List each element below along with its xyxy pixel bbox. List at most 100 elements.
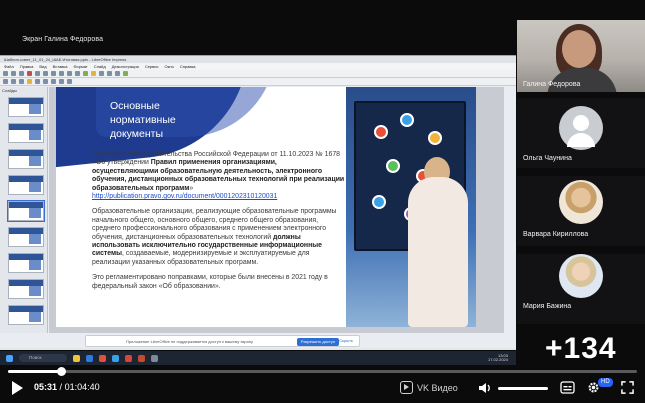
menu-item[interactable]: Сервис bbox=[145, 63, 159, 70]
standard-toolbar bbox=[0, 70, 516, 78]
screen-share: Экран Галина Федорова Шаблон-совет_11_01… bbox=[0, 20, 516, 365]
cut-icon[interactable] bbox=[43, 71, 48, 76]
copy-icon[interactable] bbox=[51, 71, 56, 76]
windows-start-icon[interactable] bbox=[6, 354, 13, 362]
taskbar-date: 17.02.2024 bbox=[487, 357, 508, 362]
screen-access-notification: Приложение LibreOffice не поддерживается… bbox=[85, 335, 360, 347]
menu-item[interactable]: Слайд bbox=[94, 63, 106, 70]
menu-item[interactable]: Правка bbox=[20, 63, 34, 70]
arrow-icon[interactable] bbox=[43, 79, 48, 84]
zoom-icon[interactable] bbox=[11, 79, 16, 84]
app-icon[interactable] bbox=[151, 354, 158, 362]
menu-item[interactable]: Вставка bbox=[53, 63, 68, 70]
subtitles-icon[interactable] bbox=[560, 381, 575, 394]
special-char-icon[interactable] bbox=[115, 71, 120, 76]
progress-fill bbox=[8, 370, 62, 373]
slide-thumbnail[interactable] bbox=[8, 305, 44, 325]
slide-canvas-area: Основные нормативные документы Постановл… bbox=[49, 87, 504, 333]
print-icon[interactable] bbox=[35, 71, 40, 76]
select-icon[interactable] bbox=[3, 79, 8, 84]
slide-thumbnail[interactable] bbox=[8, 123, 44, 143]
progress-handle[interactable] bbox=[57, 367, 67, 376]
volume-slider[interactable] bbox=[498, 387, 548, 390]
quality-badge: HD bbox=[598, 378, 613, 387]
app-menubar: Файл Правка Вид Вставка Формат Слайд Дем… bbox=[0, 63, 516, 70]
volume-icon[interactable] bbox=[478, 382, 492, 394]
progress-bar[interactable] bbox=[8, 367, 637, 376]
drawing-toolbar bbox=[0, 78, 516, 86]
chrome-icon[interactable] bbox=[125, 354, 132, 362]
windows-taskbar: Поиск 13:03 17.02.2024 bbox=[0, 351, 516, 365]
fill-color-icon[interactable] bbox=[27, 79, 32, 84]
slide-thumbnail-selected[interactable] bbox=[7, 200, 45, 222]
participant-name: Галина Федорова bbox=[523, 81, 581, 88]
slide-paragraph-3: Это регламентировано поправками, которые… bbox=[92, 274, 328, 290]
time-display: 05:31 / 01:04:40 bbox=[34, 382, 100, 392]
slide-p2-tail: , создаваемые, модернизируемые и эксплуа… bbox=[92, 250, 310, 266]
new-icon[interactable] bbox=[3, 71, 8, 76]
slide-thumbnail[interactable] bbox=[8, 279, 44, 299]
participant-tile[interactable]: Ольга Чаунина bbox=[517, 98, 645, 168]
avatar bbox=[559, 180, 603, 224]
slide-thumbnail[interactable] bbox=[8, 227, 44, 247]
menu-item[interactable]: Формат bbox=[73, 63, 87, 70]
menu-item[interactable]: Демонстрация bbox=[112, 63, 139, 70]
image-icon[interactable] bbox=[91, 71, 96, 76]
presenter-label: Экран Галина Федорова bbox=[22, 36, 104, 43]
notification-text: Приложение LibreOffice не поддерживается… bbox=[126, 338, 253, 344]
impress-icon[interactable] bbox=[138, 354, 145, 362]
slide-paragraph-1: Постановление Правительства Российской Ф… bbox=[92, 151, 345, 201]
participant-tile[interactable]: Варвара Кириллова bbox=[517, 176, 645, 246]
participant-tile[interactable]: Галина Федорова bbox=[517, 20, 645, 92]
line-icon[interactable] bbox=[35, 79, 40, 84]
slide-thumbnail[interactable] bbox=[8, 253, 44, 273]
slide-thumbnail[interactable] bbox=[8, 97, 44, 117]
ellipse-icon[interactable] bbox=[59, 79, 64, 84]
redo-icon[interactable] bbox=[75, 71, 80, 76]
status-bar bbox=[0, 348, 516, 350]
more-participants-count[interactable]: +134 bbox=[545, 332, 617, 366]
brand-label: VK Видео bbox=[417, 382, 458, 393]
textbox-icon[interactable] bbox=[107, 71, 112, 76]
text-icon[interactable] bbox=[19, 79, 24, 84]
edge-icon[interactable] bbox=[86, 354, 93, 362]
participant-name: Ольга Чаунина bbox=[523, 155, 572, 162]
vk-video-logo[interactable]: VK Видео bbox=[400, 381, 458, 394]
slide-link[interactable]: http://publication.pravo.gov.ru/document… bbox=[92, 193, 277, 200]
slide-paragraph-2: Образовательные организации, реализующие… bbox=[92, 208, 345, 267]
menu-item[interactable]: Вид bbox=[39, 63, 46, 70]
current-time: 05:31 bbox=[34, 382, 58, 392]
allow-access-button[interactable]: Разрешить доступ bbox=[296, 338, 339, 346]
menu-item[interactable]: Справка bbox=[180, 63, 196, 70]
menu-item[interactable]: Файл bbox=[4, 63, 14, 70]
video-player: Экран Галина Федорова Шаблон-совет_11_01… bbox=[0, 0, 645, 403]
duration: 01:04:40 bbox=[64, 382, 100, 392]
open-icon[interactable] bbox=[11, 71, 16, 76]
chart-icon[interactable] bbox=[99, 71, 104, 76]
undo-icon[interactable] bbox=[67, 71, 72, 76]
mail-icon[interactable] bbox=[112, 354, 119, 362]
vk-video-icon bbox=[400, 381, 413, 394]
start-slideshow-icon[interactable] bbox=[123, 71, 128, 76]
participants-panel: Галина Федорова Ольга Чаунина Варвара Ки… bbox=[517, 20, 645, 365]
slide-thumbnail[interactable] bbox=[8, 149, 44, 169]
play-icon[interactable] bbox=[12, 381, 23, 395]
rectangle-icon[interactable] bbox=[51, 79, 56, 84]
save-icon[interactable] bbox=[19, 71, 24, 76]
slide-p1-tail: » bbox=[189, 184, 194, 192]
time-separator: / bbox=[59, 382, 63, 392]
pdf-icon[interactable] bbox=[27, 71, 32, 76]
participant-name: Варвара Кириллова bbox=[523, 231, 589, 238]
paste-icon[interactable] bbox=[59, 71, 64, 76]
yandex-browser-icon[interactable] bbox=[99, 354, 106, 362]
menu-item[interactable]: Окно bbox=[165, 63, 174, 70]
table-icon[interactable] bbox=[83, 71, 88, 76]
taskbar-search[interactable]: Поиск bbox=[19, 354, 67, 362]
participant-tile[interactable]: Мария Бажина bbox=[517, 254, 645, 324]
file-explorer-icon[interactable] bbox=[73, 354, 80, 362]
shapes-icon[interactable] bbox=[67, 79, 72, 84]
fullscreen-icon[interactable] bbox=[620, 381, 635, 394]
slide[interactable]: Основные нормативные документы Постановл… bbox=[56, 87, 476, 327]
slide-thumbnail[interactable] bbox=[8, 175, 44, 195]
hide-notification-button[interactable]: Скрыть bbox=[339, 338, 353, 343]
